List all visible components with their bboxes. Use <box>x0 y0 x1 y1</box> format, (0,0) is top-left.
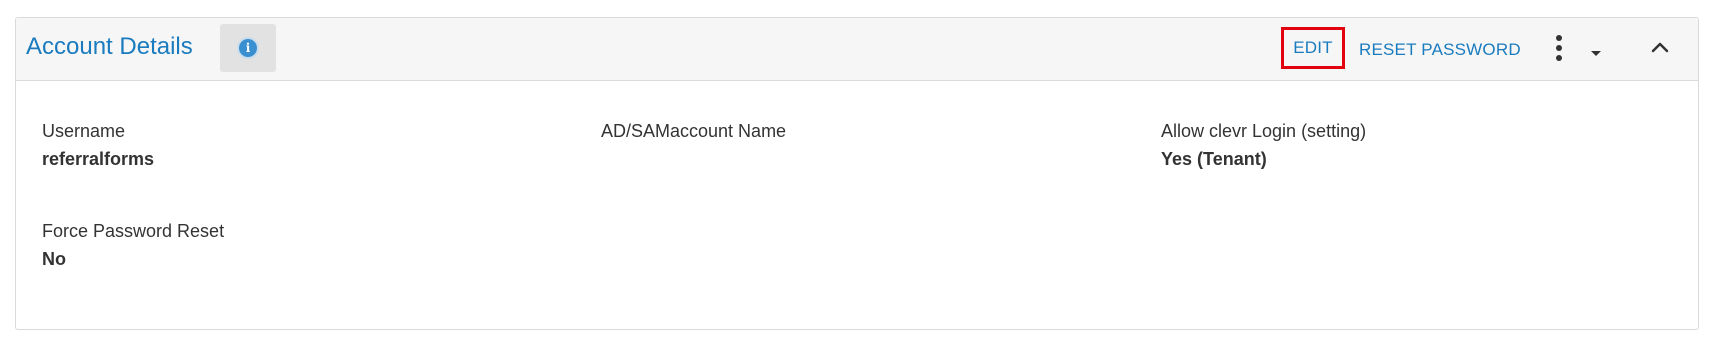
panel-title: Account Details <box>26 33 193 60</box>
chevron-up-icon[interactable] <box>1648 36 1672 60</box>
force-reset-value: No <box>42 249 66 269</box>
allow-login-value: Yes (Tenant) <box>1161 149 1267 169</box>
panel-header: Account Details i EDIT RESET PASSWORD <box>16 18 1698 81</box>
reset-password-button[interactable]: RESET PASSWORD <box>1359 40 1521 60</box>
force-reset-label: Force Password Reset <box>42 221 225 241</box>
edit-button[interactable]: EDIT <box>1281 27 1345 69</box>
username-value: referralforms <box>42 149 155 169</box>
info-button[interactable]: i <box>220 24 276 72</box>
kebab-menu-icon[interactable] <box>1556 35 1562 63</box>
allow-login-label: Allow clevr Login (setting) <box>1161 121 1367 141</box>
edit-button-label: EDIT <box>1293 38 1333 57</box>
caret-down-icon[interactable] <box>1591 51 1601 56</box>
account-details-panel: Account Details i EDIT RESET PASSWORD Us… <box>15 17 1699 330</box>
username-label: Username <box>42 121 126 141</box>
info-icon: i <box>237 37 259 59</box>
ad-account-label: AD/SAMaccount Name <box>601 121 787 141</box>
